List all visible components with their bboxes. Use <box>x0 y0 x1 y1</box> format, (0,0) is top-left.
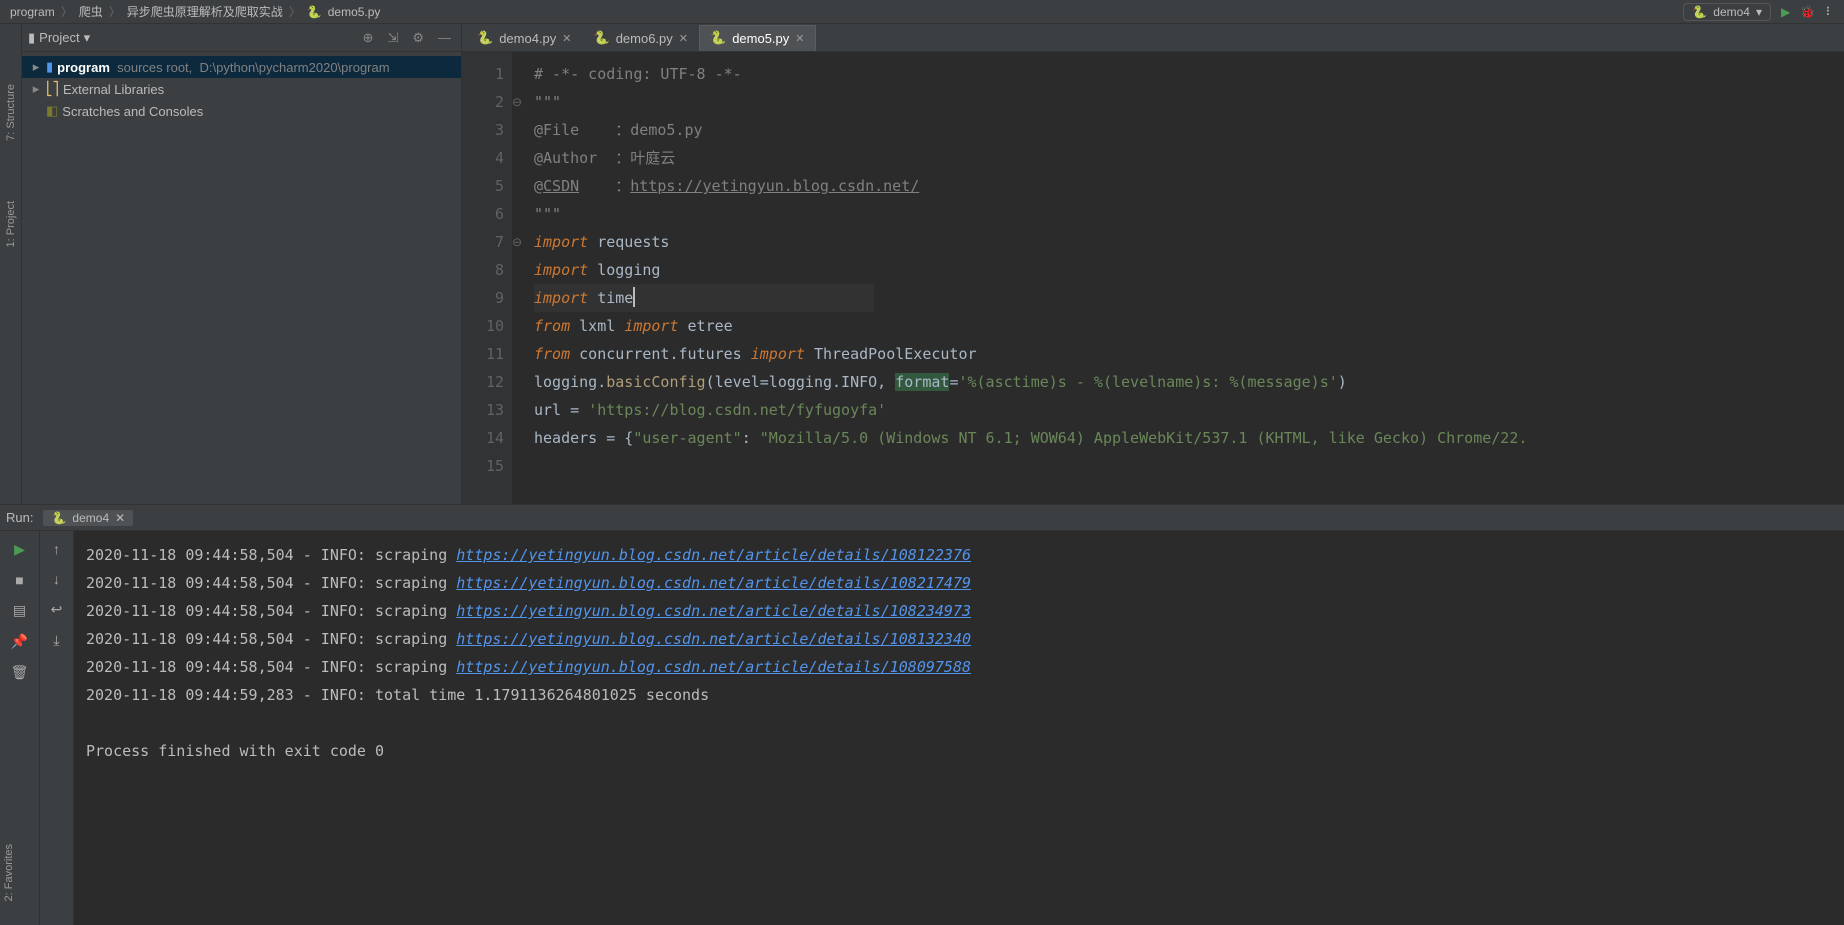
tree-root-name: program <box>57 60 110 75</box>
more-actions-icon[interactable]: ⠇ <box>1825 5 1834 19</box>
folder-icon: ▮ <box>46 59 53 75</box>
chevron-down-icon: ▾ <box>84 30 91 46</box>
chevron-down-icon: ▾ <box>1756 5 1762 19</box>
tree-root-path: D:\python\pycharm2020\program <box>200 60 390 75</box>
console-link[interactable]: https://yetingyun.blog.csdn.net/article/… <box>456 602 971 620</box>
close-icon[interactable]: ✕ <box>562 32 571 45</box>
project-view-selector[interactable]: ▮ Project ▾ <box>28 30 90 46</box>
tree-root[interactable]: ▸ ▮ program sources root, D:\python\pych… <box>22 56 461 78</box>
top-bar: program〉 爬虫〉 异步爬虫原理解析及爬取实战〉 🐍 demo5.py 🐍… <box>0 0 1844 24</box>
rerun-icon[interactable]: ▶ <box>14 541 25 558</box>
project-title: Project <box>39 30 79 45</box>
external-libraries-label: External Libraries <box>63 82 164 97</box>
run-config-label: demo4 <box>1713 5 1750 19</box>
run-config-selector[interactable]: 🐍 demo4 ▾ <box>1683 3 1771 21</box>
console-link[interactable]: https://yetingyun.blog.csdn.net/article/… <box>456 658 971 676</box>
editor-gutter: 123456789101112131415 <box>462 52 512 504</box>
debug-icon[interactable]: 🐞 <box>1800 5 1815 19</box>
python-file-icon: 🐍 <box>594 30 610 46</box>
python-file-icon: 🐍 <box>51 511 66 525</box>
editor-body[interactable]: 123456789101112131415 ⊖ ⊖ # -*- coding: … <box>462 52 1844 504</box>
favorites-tool-tab[interactable]: 2: Favorites <box>0 840 18 905</box>
trash-icon[interactable]: 🗑 <box>11 664 29 681</box>
libraries-icon: ⎣⎤ <box>46 81 59 97</box>
down-arrow-icon[interactable]: ↓ <box>53 571 60 587</box>
pin-icon[interactable]: 📌 <box>11 633 28 650</box>
locate-icon[interactable]: ⊕ <box>359 30 378 46</box>
tree-external-libraries[interactable]: ▸ ⎣⎤ External Libraries <box>22 78 461 100</box>
python-file-icon: 🐍 <box>1692 5 1707 19</box>
scroll-end-icon[interactable]: ⤓ <box>53 632 59 649</box>
up-arrow-icon[interactable]: ↑ <box>53 541 60 557</box>
python-file-icon: 🐍 <box>307 5 322 19</box>
hide-icon[interactable]: — <box>434 30 455 45</box>
run-toolbar-secondary: ↑ ↓ ↩ ⤓ <box>40 531 74 925</box>
breadcrumbs: program〉 爬虫〉 异步爬虫原理解析及爬取实战〉 🐍 demo5.py <box>10 3 380 20</box>
crumb-program[interactable]: program <box>10 5 55 19</box>
left-tool-tabs: 7: Structure 1: Project <box>0 24 22 504</box>
tree-arrow-icon[interactable]: ▸ <box>30 59 42 75</box>
crumb-file[interactable]: demo5.py <box>328 5 381 19</box>
console-link[interactable]: https://yetingyun.blog.csdn.net/article/… <box>456 546 971 564</box>
run-tab[interactable]: 🐍 demo4 ✕ <box>43 510 133 526</box>
editor-tab-demo5-py[interactable]: 🐍demo5.py✕ <box>699 25 816 51</box>
structure-tool-tab[interactable]: 7: Structure <box>5 84 17 141</box>
project-tree[interactable]: ▸ ▮ program sources root, D:\python\pych… <box>22 52 461 126</box>
crumb-spider[interactable]: 爬虫 <box>79 3 103 20</box>
code-content[interactable]: # -*- coding: UTF-8 -*-"""@File ：demo5.p… <box>526 52 1844 504</box>
tree-root-note: sources root, <box>117 60 192 75</box>
close-icon[interactable]: ✕ <box>795 32 804 45</box>
expand-icon[interactable]: ⇲ <box>383 30 402 46</box>
folder-icon: ▮ <box>28 30 35 46</box>
console-output[interactable]: 2020-11-18 09:44:58,504 - INFO: scraping… <box>74 531 1844 925</box>
run-tab-label: demo4 <box>72 511 109 525</box>
scratches-label: Scratches and Consoles <box>62 104 203 119</box>
editor-tabs: 🐍demo4.py✕🐍demo6.py✕🐍demo5.py✕ <box>462 24 1844 52</box>
fold-column[interactable]: ⊖ ⊖ <box>512 52 526 504</box>
console-link[interactable]: https://yetingyun.blog.csdn.net/article/… <box>456 574 971 592</box>
tree-scratches[interactable]: ◧ Scratches and Consoles <box>22 100 461 122</box>
console-link[interactable]: https://yetingyun.blog.csdn.net/article/… <box>456 630 971 648</box>
close-icon[interactable]: ✕ <box>115 511 125 525</box>
editor-area: 🐍demo4.py✕🐍demo6.py✕🐍demo5.py✕ 123456789… <box>462 24 1844 504</box>
project-tool-tab[interactable]: 1: Project <box>5 201 17 247</box>
scratches-icon: ◧ <box>46 103 58 119</box>
stop-icon[interactable]: ■ <box>15 572 23 588</box>
run-icon[interactable]: ▶ <box>1781 5 1790 19</box>
python-file-icon: 🐍 <box>477 30 493 46</box>
editor-tab-demo4-py[interactable]: 🐍demo4.py✕ <box>466 25 583 51</box>
close-icon[interactable]: ✕ <box>679 32 688 45</box>
soft-wrap-icon[interactable]: ↩ <box>51 601 63 618</box>
run-tool-window: Run: 🐍 demo4 ✕ ▶ ■ ▤ 📌 🗑 ↑ ↓ ↩ ⤓ 2020-11… <box>0 504 1844 925</box>
editor-tab-demo6-py[interactable]: 🐍demo6.py✕ <box>583 25 700 51</box>
tree-arrow-icon[interactable]: ▸ <box>30 81 42 97</box>
project-tool-window: ▮ Project ▾ ⊕ ⇲ ⚙ — ▸ ▮ program sources … <box>22 24 462 504</box>
settings-icon[interactable]: ⚙ <box>408 30 428 46</box>
crumb-folder[interactable]: 异步爬虫原理解析及爬取实战 <box>127 3 283 20</box>
layout-icon[interactable]: ▤ <box>13 602 26 619</box>
run-pane-title: Run: <box>6 510 33 525</box>
python-file-icon: 🐍 <box>710 30 726 46</box>
